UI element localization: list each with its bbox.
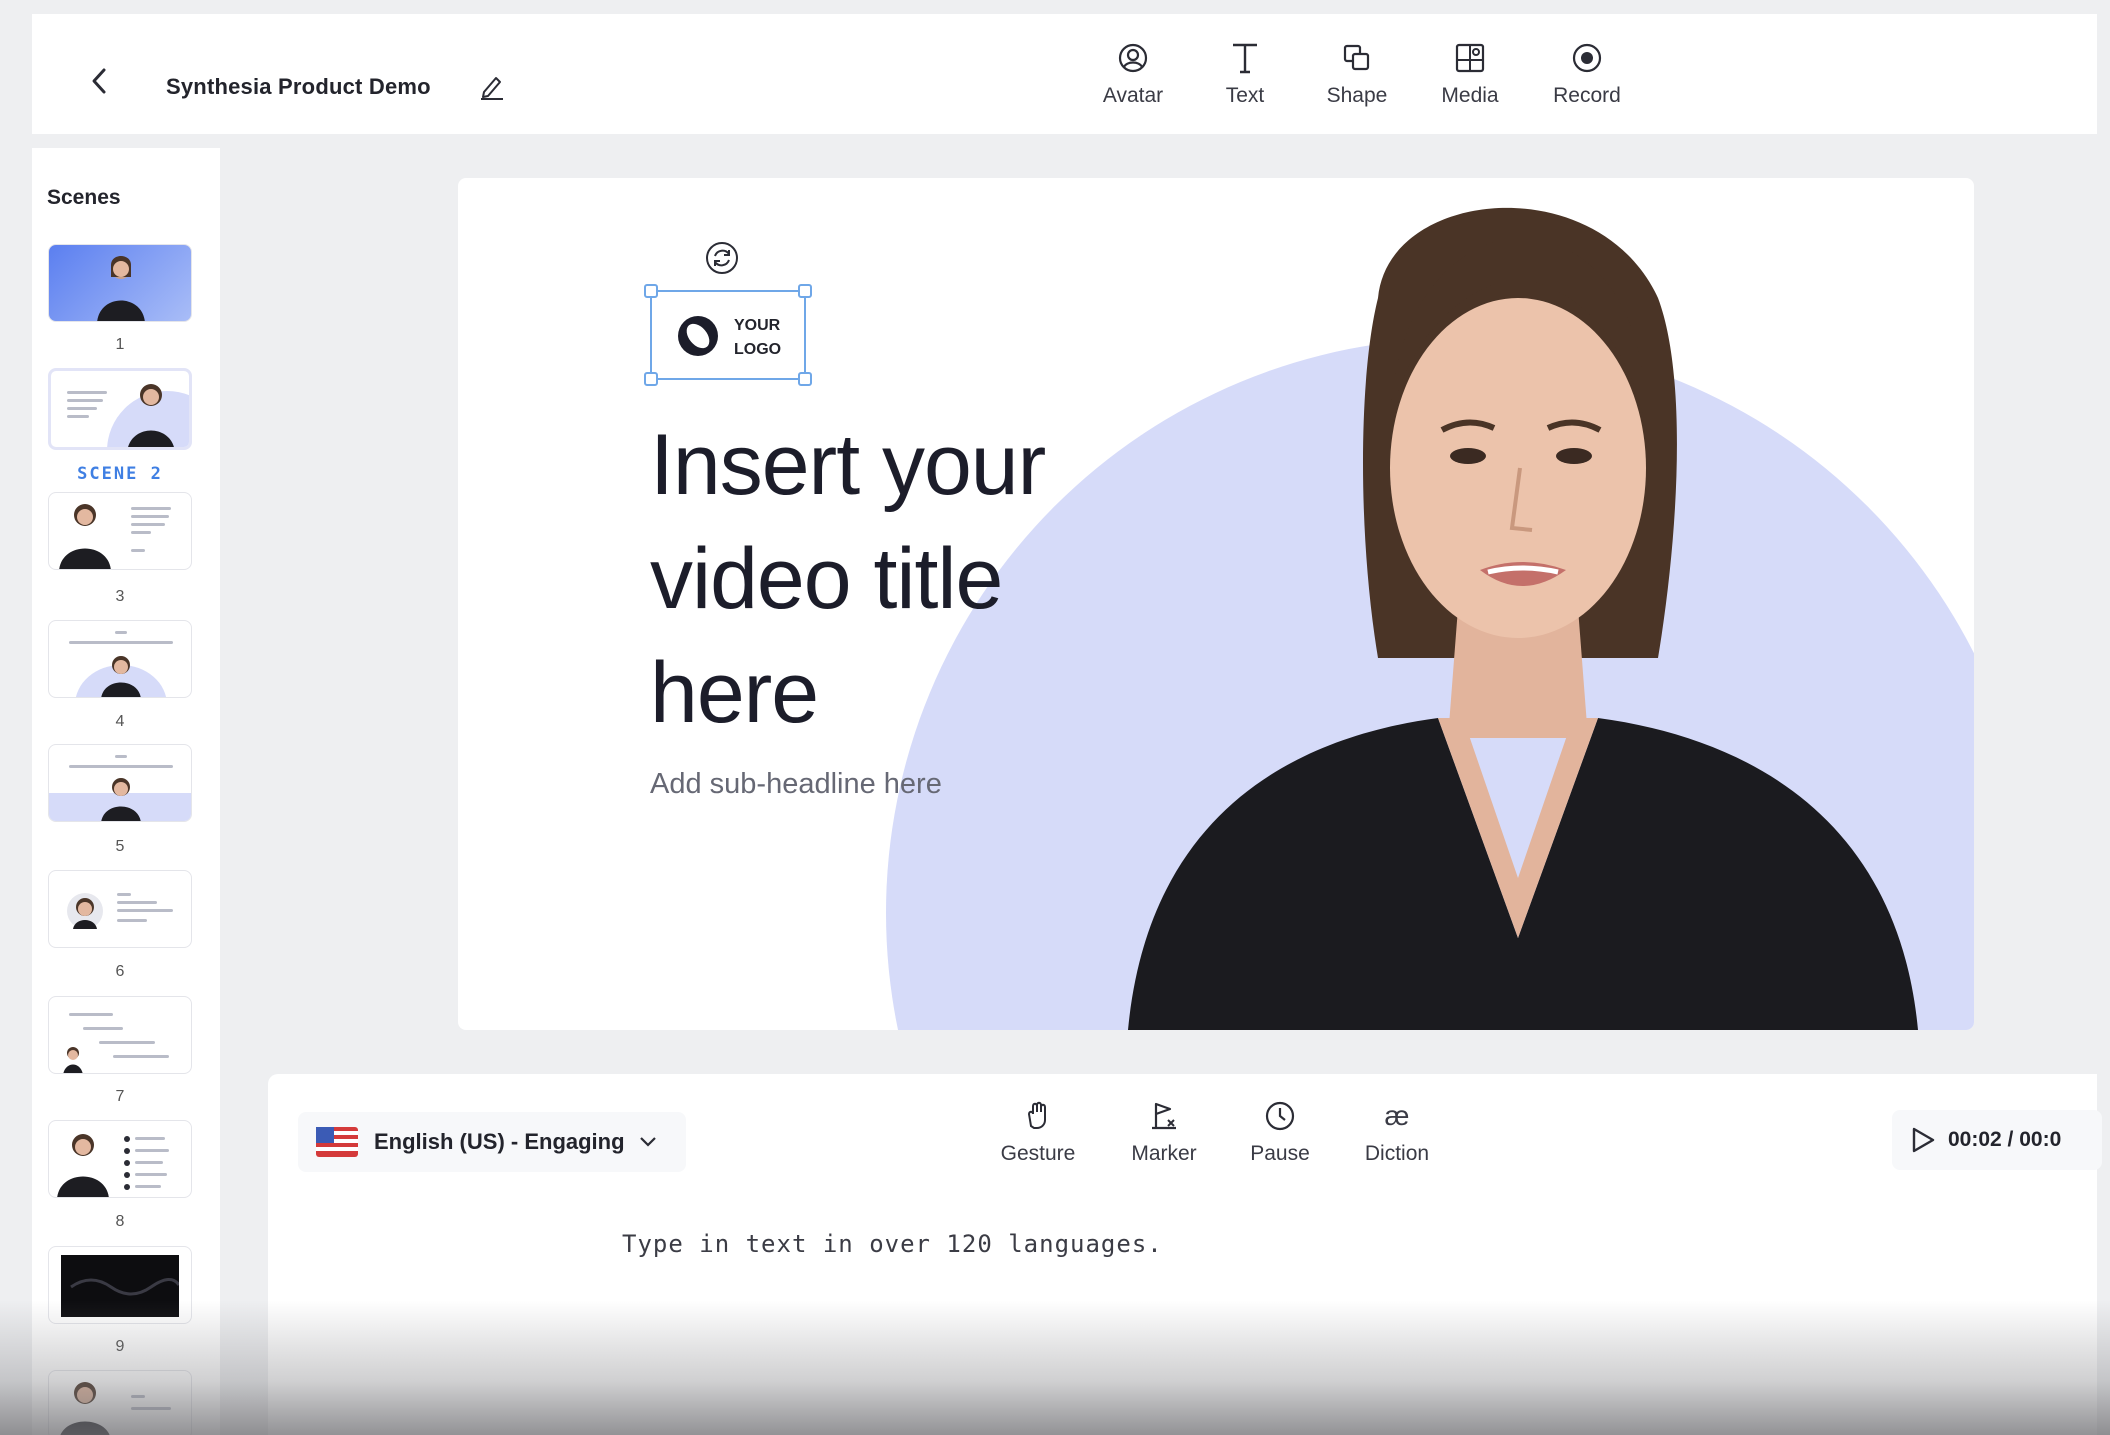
scene-number: 4 [115,713,125,730]
scene-number: 9 [115,1338,125,1355]
sub-headline-text[interactable]: Add sub-headline here [650,768,942,801]
avatar-thumbnail [63,1047,83,1073]
shape-icon [1337,38,1377,78]
media-icon [1450,38,1490,78]
rotate-icon [706,242,738,274]
edit-title-button[interactable] [476,70,508,102]
language-label: English (US) - Engaging [374,1129,625,1154]
avatar-tool-label: Avatar [1102,84,1164,107]
scene-number: 6 [115,963,125,980]
scene-thumbnail-9[interactable] [48,1246,192,1324]
shape-tool-button[interactable]: Shape [1302,38,1412,124]
script-editor-panel: English (US) - Engaging Gesture Marker P… [268,1074,2102,1435]
shape-tool-label: Shape [1326,84,1388,107]
scene-number: 5 [115,838,125,855]
scene-thumbnail-4[interactable] [48,620,192,698]
scenes-title: Scenes [47,186,121,209]
script-text-input[interactable]: Type in text in over 120 languages. [622,1230,1163,1258]
marker-icon [1146,1098,1182,1134]
avatar-thumbnail [59,504,111,569]
scene-label-active: SCENE 2 [77,464,163,484]
playback-time: 00:02 / 00:0 [1948,1128,2062,1151]
back-button[interactable] [84,66,114,96]
logo-text: YOUR LOGO [734,317,782,358]
pause-label: Pause [1250,1142,1310,1165]
record-icon [1567,38,1607,78]
resize-handle[interactable] [644,284,658,298]
scenes-panel: Scenes 1 SCENE 2 3 4 5 6 7 8 9 [32,148,220,1435]
chevron-down-icon [639,1137,656,1147]
gesture-label: Gesture [1000,1142,1076,1165]
resize-handle[interactable] [644,372,658,386]
avatar-icon [1113,38,1153,78]
scene-thumbnail-6[interactable] [48,870,192,948]
diction-label: Diction [1364,1142,1430,1165]
scene-thumbnail-8[interactable] [48,1120,192,1198]
play-preview-button[interactable]: 00:02 / 00:0 [1892,1110,2102,1170]
resize-handle[interactable] [798,284,812,298]
scene-thumbnail-2[interactable] [48,368,192,450]
project-title[interactable]: Synthesia Product Demo [166,74,431,100]
scene-number: 7 [115,1088,125,1105]
avatar-thumbnail [49,778,191,821]
record-tool-label: Record [1553,84,1621,107]
logo-element[interactable]: YOUR LOGO [644,284,812,386]
language-voice-dropdown[interactable]: English (US) - Engaging [298,1112,686,1172]
avatar-thumbnail [75,656,167,697]
record-tool-button[interactable]: Record [1532,38,1642,124]
marker-label: Marker [1131,1142,1197,1165]
scene-thumbnail-7[interactable] [48,996,192,1074]
avatar-thumbnail [57,1134,130,1197]
media-tool-button[interactable]: Media [1415,38,1525,124]
text-icon [1225,38,1265,78]
us-flag-icon [316,1127,358,1157]
scene-thumbnail-1[interactable] [48,244,192,322]
scene-canvas[interactable]: YOUR LOGO Insert your video title here A… [458,178,1974,1030]
text-tool-button[interactable]: Text [1190,38,1300,124]
gesture-icon [1020,1098,1056,1134]
media-tool-label: Media [1441,84,1499,107]
pencil-icon [481,77,503,100]
video-thumbnail [61,1255,181,1317]
avatar-thumbnail [107,384,189,447]
resize-handle[interactable] [798,372,812,386]
pause-button[interactable]: Pause [1230,1098,1330,1178]
scene-thumbnail-10[interactable] [48,1370,192,1435]
scene-number: 1 [115,336,125,353]
text-tool-label: Text [1225,84,1265,107]
rotate-handle[interactable] [702,238,742,278]
scene-number: 3 [115,588,125,605]
pause-clock-icon [1262,1098,1298,1134]
avatar-figure [1128,207,1918,1030]
top-bar: Synthesia Product Demo Avatar Text Shape… [32,14,2097,134]
diction-button[interactable]: æ Diction [1347,1098,1447,1178]
avatar-thumbnail [97,256,145,321]
avatar-tool-button[interactable]: Avatar [1078,38,1188,124]
gesture-button[interactable]: Gesture [988,1098,1088,1178]
scene-number: 8 [115,1213,125,1230]
scene-thumbnail-3[interactable] [48,492,192,570]
marker-button[interactable]: Marker [1114,1098,1214,1178]
logo-mark-icon [678,316,718,356]
avatar-presenter[interactable] [1018,178,1958,1030]
diction-icon: æ [1384,1100,1410,1131]
chevron-left-icon [92,68,106,94]
scene-thumbnail-5[interactable] [48,744,192,822]
avatar-thumbnail [60,1382,110,1435]
play-icon [1912,1127,1935,1153]
